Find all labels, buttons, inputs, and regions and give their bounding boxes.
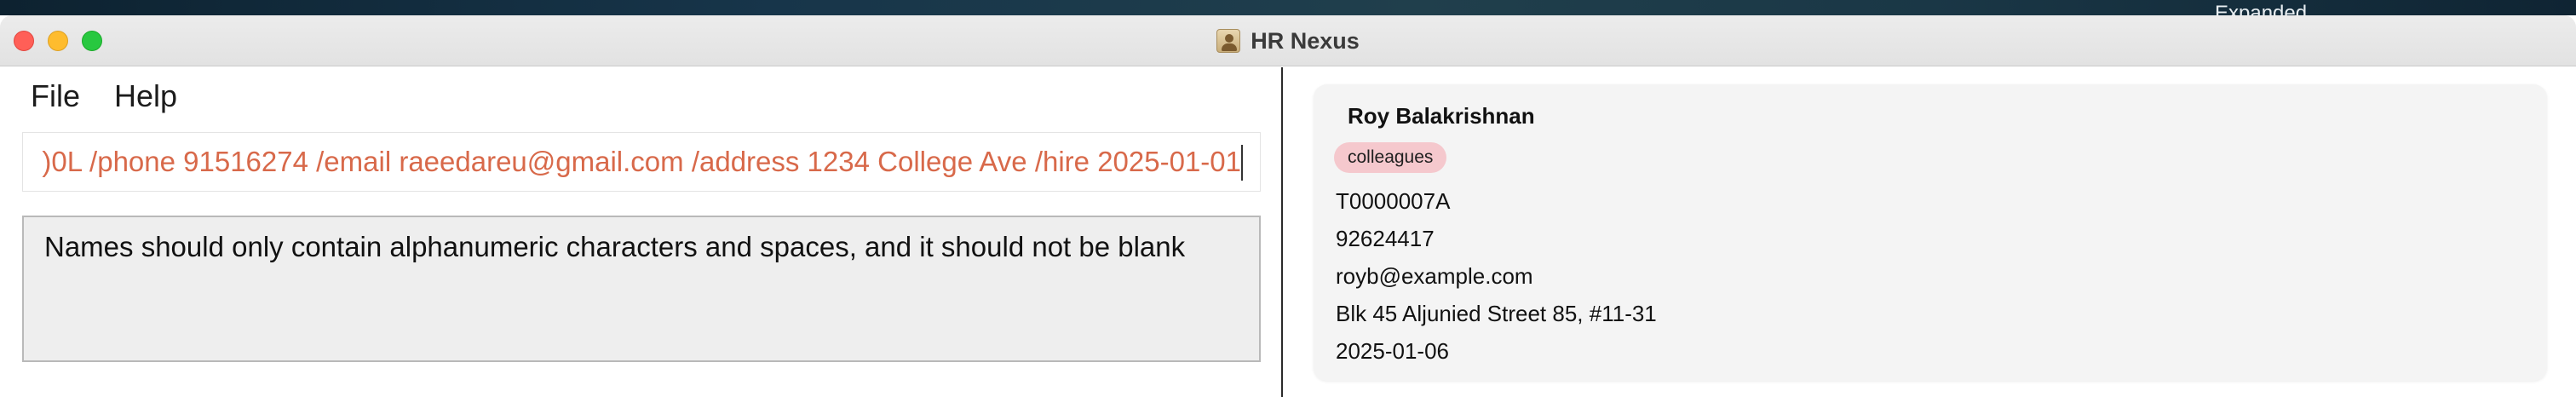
command-input[interactable]: )0L /phone 91516274 /email raeedareu@gma… [22,132,1261,192]
menu-file[interactable]: File [31,76,80,117]
text-caret [1241,145,1243,181]
person-tag: colleagues [1334,142,1447,173]
desktop-background: Expanded [0,0,2576,15]
person-email: royb@example.com [1336,263,1533,289]
menu-help[interactable]: Help [114,76,177,117]
person-nric: T0000007A [1336,188,1451,214]
menu-bar: File Help [31,76,177,117]
left-pane: File Help )0L /phone 91516274 /email rae… [0,67,1281,397]
person-card[interactable]: Roy Balakrishnan colleagues T0000007A 92… [1314,84,2547,381]
person-icon [1216,29,1241,53]
person-address: Blk 45 Aljunied Street 85, #11-31 [1336,301,1657,326]
person-name: Roy Balakrishnan [1348,103,1535,129]
result-display[interactable]: Names should only contain alphanumeric c… [22,216,1261,362]
command-input-text: )0L /phone 91516274 /email raeedareu@gma… [42,146,1241,177]
person-hire-date: 2025-01-06 [1336,338,1449,364]
person-phone: 92624417 [1336,226,1435,251]
desktop-label: Expanded [2215,2,2308,16]
window-titlebar[interactable]: HR Nexus [0,15,2576,66]
person-list-panel: Roy Balakrishnan colleagues T0000007A 92… [1283,67,2576,397]
window-title: HR Nexus [1251,27,1360,54]
result-message: Names should only contain alphanumeric c… [44,231,1186,262]
window-title-group: HR Nexus [0,15,2576,66]
